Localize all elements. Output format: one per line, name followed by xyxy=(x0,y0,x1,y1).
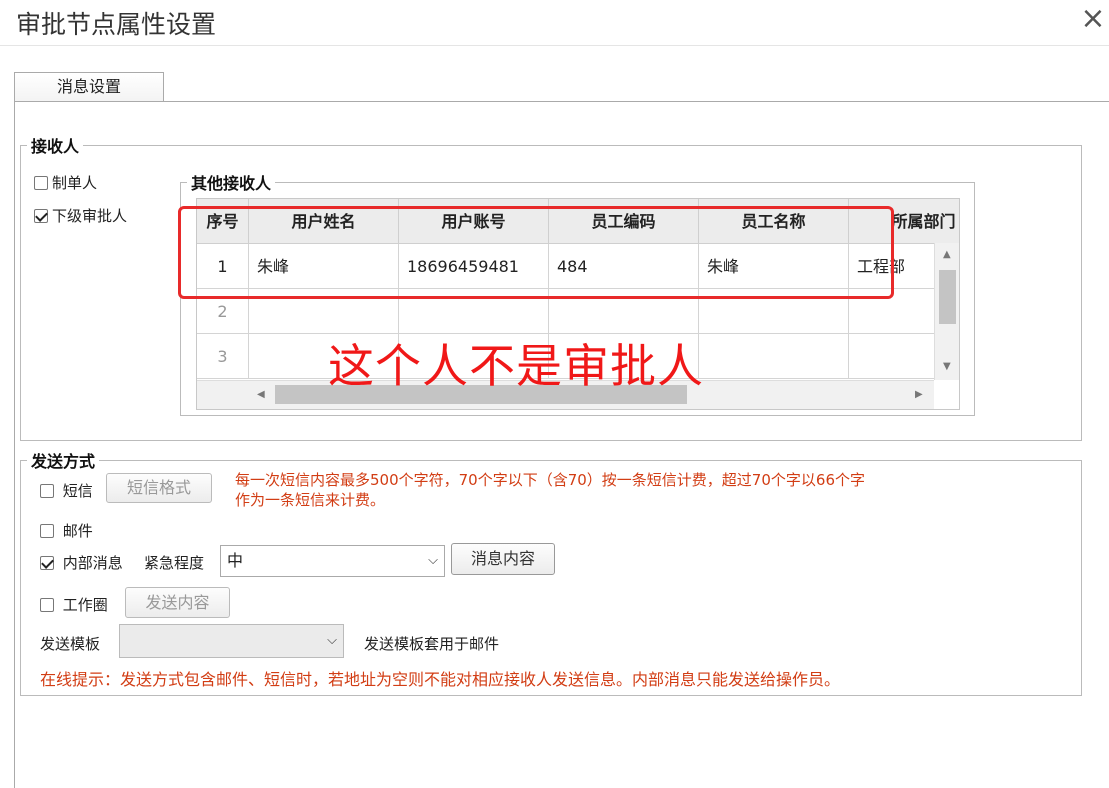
col-header-department[interactable]: 所属部门 xyxy=(849,199,959,244)
table-row-index: 3 xyxy=(197,334,249,379)
scroll-left-icon[interactable]: ◀ xyxy=(257,389,265,400)
close-icon[interactable]: × xyxy=(1078,4,1108,36)
template-select[interactable]: ⌵ xyxy=(119,624,344,658)
col-header-employee-name[interactable]: 员工名称 xyxy=(699,199,849,244)
next-approver-checkbox-box[interactable] xyxy=(34,209,48,223)
message-content-button[interactable]: 消息内容 xyxy=(451,543,555,575)
sms-checkbox-box[interactable] xyxy=(40,484,54,498)
creator-label: 制单人 xyxy=(52,174,98,192)
dialog-title: 审批节点属性设置 xyxy=(16,10,217,39)
creator-checkbox[interactable]: 制单人 xyxy=(34,172,97,193)
col-header-index[interactable]: 序号 xyxy=(197,199,249,244)
table-cell-employee-name[interactable]: 朱峰 xyxy=(699,244,849,289)
template-note: 发送模板套用于邮件 xyxy=(364,635,500,653)
col-header-employee-code[interactable]: 员工编码 xyxy=(549,199,699,244)
next-approver-label: 下级审批人 xyxy=(52,207,128,225)
table-cell[interactable] xyxy=(699,334,849,379)
table-row-index: 1 xyxy=(197,244,249,289)
tab-message-settings[interactable]: 消息设置 xyxy=(14,72,164,102)
table-row-index: 2 xyxy=(197,289,249,334)
table-cell[interactable] xyxy=(699,289,849,334)
send-methods-legend: 发送方式 xyxy=(31,452,96,471)
internal-message-label: 内部消息 xyxy=(62,554,123,572)
sms-note-line2: 作为一条短信来计费。 xyxy=(235,491,386,509)
email-checkbox-box[interactable] xyxy=(40,524,54,538)
chevron-down-icon[interactable]: ⌵ xyxy=(428,546,438,576)
sms-checkbox[interactable]: 短信 xyxy=(40,480,93,501)
table-vertical-scrollbar[interactable]: ▲ ▼ xyxy=(934,243,959,380)
work-circle-checkbox[interactable]: 工作圈 xyxy=(40,594,108,615)
template-label: 发送模板 xyxy=(40,635,101,653)
send-content-button[interactable]: 发送内容 xyxy=(125,587,230,618)
table-cell[interactable] xyxy=(399,289,549,334)
online-tip: 在线提示：发送方式包含邮件、短信时，若地址为空则不能对相应接收人发送信息。内部消… xyxy=(40,670,841,689)
work-circle-checkbox-box[interactable] xyxy=(40,598,54,612)
scroll-up-icon[interactable]: ▲ xyxy=(943,249,951,260)
sms-format-button[interactable]: 短信格式 xyxy=(106,473,212,503)
urgency-label: 紧急程度 xyxy=(144,554,205,572)
urgency-select[interactable]: 中 ⌵ xyxy=(220,545,445,577)
other-receivers-legend: 其他接收人 xyxy=(191,174,272,193)
receivers-legend: 接收人 xyxy=(31,137,80,156)
scroll-down-icon[interactable]: ▼ xyxy=(943,361,951,372)
chevron-down-icon[interactable]: ⌵ xyxy=(327,625,337,657)
email-checkbox[interactable]: 邮件 xyxy=(40,520,93,541)
urgency-value: 中 xyxy=(227,551,244,570)
email-label: 邮件 xyxy=(62,522,93,540)
annotation-text: 这个人不是审批人 xyxy=(328,339,704,393)
next-approver-checkbox[interactable]: 下级审批人 xyxy=(34,205,127,226)
dialog-header: 审批节点属性设置 × xyxy=(0,0,1109,46)
col-header-user-name[interactable]: 用户姓名 xyxy=(249,199,399,244)
vertical-scroll-thumb[interactable] xyxy=(939,270,956,324)
sms-note-line1: 每一次短信内容最多500个字符，70个字以下（含70）按一条短信计费，超过70个… xyxy=(235,471,865,489)
work-circle-label: 工作圈 xyxy=(62,596,108,614)
sms-label: 短信 xyxy=(62,482,93,500)
scroll-right-icon[interactable]: ▶ xyxy=(915,389,923,400)
table-cell[interactable] xyxy=(549,289,699,334)
col-header-user-account[interactable]: 用户账号 xyxy=(399,199,549,244)
table-cell-employee-code[interactable]: 484 xyxy=(549,244,699,289)
creator-checkbox-box[interactable] xyxy=(34,176,48,190)
internal-message-checkbox[interactable]: 内部消息 xyxy=(40,552,123,573)
internal-message-checkbox-box[interactable] xyxy=(40,556,54,570)
table-cell-user-name[interactable]: 朱峰 xyxy=(249,244,399,289)
table-cell[interactable] xyxy=(249,289,399,334)
table-cell-user-account[interactable]: 18696459481 xyxy=(399,244,549,289)
